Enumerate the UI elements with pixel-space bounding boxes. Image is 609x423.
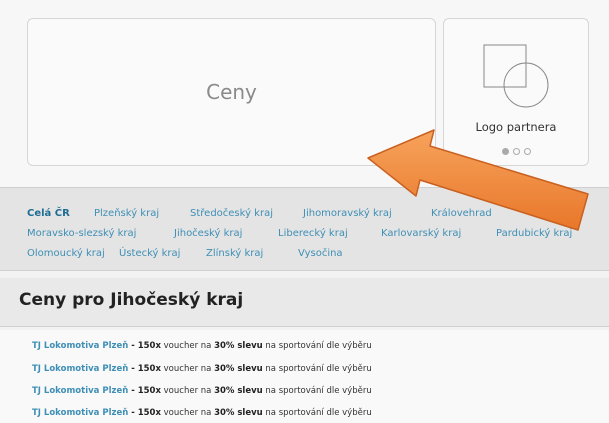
item-text: na sportování dle výběru <box>262 364 372 374</box>
item-text: voucher na <box>160 386 215 396</box>
club-link[interactable]: TJ Lokomotiva Plzeň <box>32 408 128 418</box>
prizes-banner[interactable]: Ceny <box>27 18 436 166</box>
item-discount: 30% slevu <box>214 408 263 418</box>
list-item: TJ Lokomotiva Plzeň - 150x voucher na 30… <box>32 341 372 351</box>
region-link[interactable]: Vysočina <box>298 248 343 259</box>
club-link[interactable]: TJ Lokomotiva Plzeň <box>32 364 128 374</box>
carousel-dots <box>444 148 588 155</box>
carousel-dot[interactable] <box>501 148 509 155</box>
shapes-logo-placeholder-icon <box>483 44 549 108</box>
region-link[interactable]: Moravsko-slezský kraj <box>27 228 136 239</box>
item-text: voucher na <box>160 408 215 418</box>
item-sep: - <box>128 364 138 374</box>
item-count: 150x <box>137 341 161 351</box>
list-item: TJ Lokomotiva Plzeň - 150x voucher na 30… <box>32 386 372 396</box>
region-link[interactable]: Plzeňský kraj <box>94 208 159 219</box>
region-link[interactable]: Zlínský kraj <box>206 248 263 259</box>
region-link[interactable]: Jihomoravský kraj <box>303 208 392 219</box>
item-discount: 30% slevu <box>214 364 263 374</box>
region-filter: Celá ČR Plzeňský kraj Středočeský kraj J… <box>0 187 609 271</box>
region-link-cela-cr[interactable]: Celá ČR <box>27 208 70 219</box>
region-link[interactable]: Ústecký kraj <box>119 248 180 259</box>
item-text: voucher na <box>160 364 215 374</box>
carousel-dot[interactable] <box>512 148 520 155</box>
region-link[interactable]: Středočeský kraj <box>190 208 273 219</box>
region-link[interactable]: Liberecký kraj <box>278 228 348 239</box>
region-link[interactable]: Olomoucký kraj <box>27 248 105 259</box>
item-text: na sportování dle výběru <box>262 408 372 418</box>
item-text: voucher na <box>160 341 215 351</box>
item-discount: 30% slevu <box>214 386 263 396</box>
region-link[interactable]: Pardubický kraj <box>496 228 572 239</box>
club-link[interactable]: TJ Lokomotiva Plzeň <box>32 341 128 351</box>
item-count: 150x <box>137 386 161 396</box>
page-title: Ceny pro Jihočeský kraj <box>19 290 244 310</box>
partner-logo-box[interactable]: Logo partnera <box>443 18 589 166</box>
club-link[interactable]: TJ Lokomotiva Plzeň <box>32 386 128 396</box>
region-link[interactable]: Jihočeský kraj <box>174 228 242 239</box>
hero-area: Ceny Logo partnera <box>0 0 609 187</box>
region-link[interactable]: Karlovarský kraj <box>381 228 461 239</box>
item-sep: - <box>128 386 138 396</box>
item-count: 150x <box>137 408 161 418</box>
section-heading-bar: Ceny pro Jihočeský kraj <box>0 278 609 327</box>
prize-list: TJ Lokomotiva Plzeň - 150x voucher na 30… <box>0 330 609 423</box>
list-item: TJ Lokomotiva Plzeň - 150x voucher na 30… <box>32 408 372 418</box>
list-item: TJ Lokomotiva Plzeň - 150x voucher na 30… <box>32 364 372 374</box>
carousel-dot[interactable] <box>523 148 531 155</box>
item-discount: 30% slevu <box>214 341 263 351</box>
item-sep: - <box>128 341 138 351</box>
item-text: na sportování dle výběru <box>262 341 372 351</box>
region-link[interactable]: Královehrad <box>431 208 492 219</box>
item-sep: - <box>128 408 138 418</box>
partner-label: Logo partnera <box>475 120 557 134</box>
item-count: 150x <box>137 364 161 374</box>
item-text: na sportování dle výběru <box>262 386 372 396</box>
prizes-banner-label: Ceny <box>206 80 257 104</box>
